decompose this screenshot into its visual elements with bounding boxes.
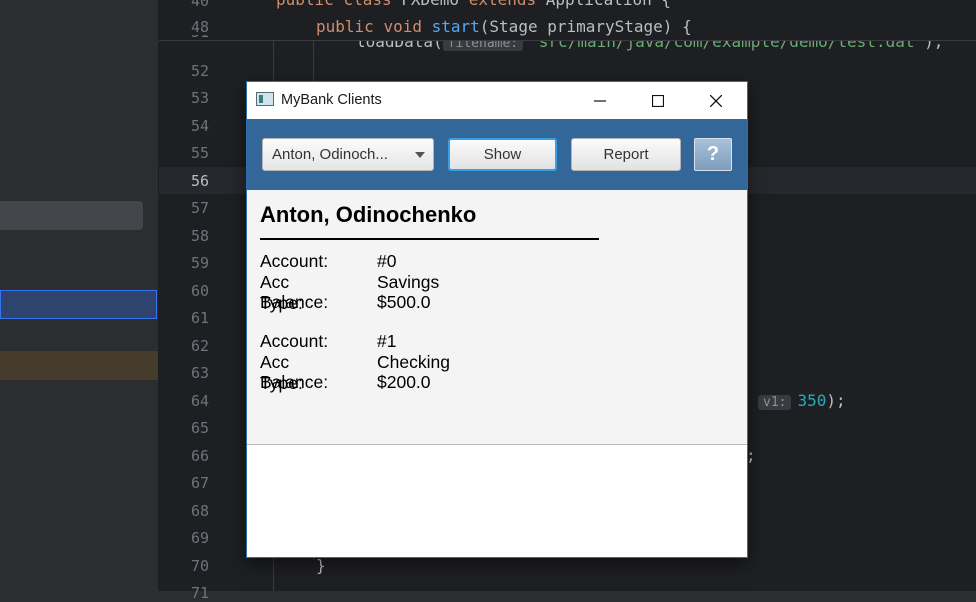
- line-number: 57: [190, 199, 209, 217]
- account-balance: $200.0: [377, 372, 431, 392]
- line-number: 52: [190, 62, 209, 80]
- account-number: #1: [377, 331, 397, 351]
- line-number: 58: [190, 227, 209, 245]
- account-label: Account:: [260, 251, 329, 271]
- project-tree-selected-row[interactable]: [0, 290, 157, 319]
- maximize-icon: [652, 94, 664, 107]
- line-number: 68: [190, 502, 209, 520]
- line-number-current: 56: [190, 172, 209, 190]
- window-titlebar[interactable]: MyBank Clients: [247, 82, 747, 119]
- line-number: 69: [190, 529, 209, 547]
- line-number: 70: [190, 557, 209, 575]
- show-button[interactable]: Show: [448, 138, 557, 171]
- line-number: 63: [190, 364, 209, 382]
- maximize-button[interactable]: [629, 82, 687, 119]
- line-number: 48: [190, 18, 209, 36]
- help-button[interactable]: ?: [694, 138, 732, 171]
- line-number: 59: [190, 254, 209, 272]
- line-number: 51: [159, 35, 209, 41]
- line-number: 54: [190, 117, 209, 135]
- app-icon: [256, 92, 274, 106]
- client-select[interactable]: Anton, Odinoch...: [262, 138, 434, 171]
- account-number: #0: [377, 251, 397, 271]
- line-number: 67: [190, 474, 209, 492]
- code-line-semicolon[interactable]: ;: [746, 446, 756, 465]
- line-number: 66: [190, 447, 209, 465]
- balance-label: Balance:: [260, 292, 329, 312]
- line-number: 62: [190, 337, 209, 355]
- heading-divider: [260, 238, 599, 240]
- client-name-heading: Anton, Odinochenko: [260, 202, 477, 227]
- code-line-value[interactable]: v1: 350);: [758, 391, 846, 410]
- line-number: 61: [190, 309, 209, 327]
- window-title: MyBank Clients: [281, 92, 382, 108]
- code-line-closing-brace[interactable]: }: [316, 556, 326, 575]
- code-line-class-decl[interactable]: public class FXDemo extends Application …: [276, 0, 671, 9]
- mybank-clients-window: MyBank Clients Anton, Odinoch... Show Re…: [247, 82, 747, 557]
- balance-label: Balance:: [260, 372, 329, 392]
- line-number: 64: [190, 392, 209, 410]
- client-select-value: Anton, Odinoch...: [272, 146, 388, 163]
- close-button[interactable]: [687, 82, 745, 119]
- line-number: 40: [190, 0, 209, 10]
- code-line-load-data[interactable]: loadData(filename: "src/main/java/com/exa…: [356, 41, 976, 53]
- minimize-icon: [594, 99, 606, 102]
- line-number: 65: [190, 419, 209, 437]
- client-details-panel: Anton, Odinochenko Account: #0 Acc Type:…: [247, 190, 747, 445]
- report-area[interactable]: [247, 445, 747, 557]
- line-number: 71: [190, 584, 209, 602]
- project-tree-warning-row[interactable]: [0, 351, 158, 380]
- close-icon: [710, 94, 722, 107]
- minimize-button[interactable]: [571, 82, 629, 119]
- account-type: Checking: [377, 351, 450, 372]
- account-type: Savings: [377, 271, 440, 292]
- account-balance: $500.0: [377, 292, 431, 312]
- line-number: 55: [190, 144, 209, 162]
- toolbar: Anton, Odinoch... Show Report ?: [247, 119, 747, 190]
- code-line-start-method[interactable]: public void start(Stage primaryStage) {: [316, 17, 692, 36]
- chevron-down-icon: [415, 152, 425, 158]
- project-tree-hover-row[interactable]: [0, 201, 143, 230]
- ide-project-panel: [0, 0, 159, 591]
- account-label: Account:: [260, 331, 329, 351]
- line-number: 60: [190, 282, 209, 300]
- report-button[interactable]: Report: [571, 138, 681, 171]
- line-number: 53: [190, 89, 209, 107]
